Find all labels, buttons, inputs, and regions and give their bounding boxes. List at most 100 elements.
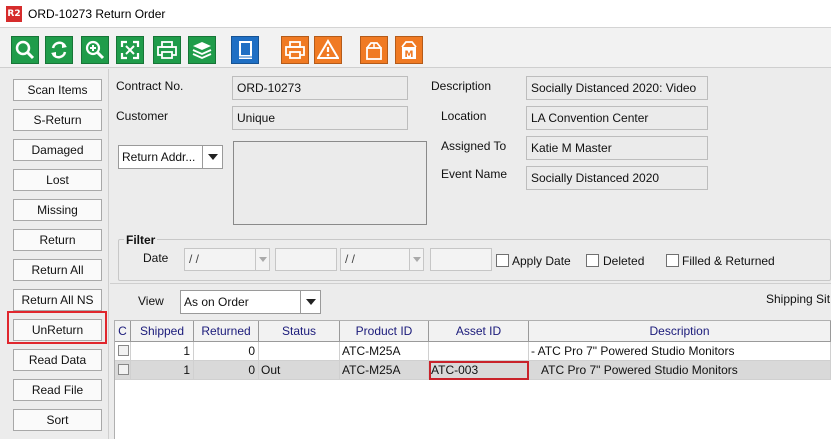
location-label: Location xyxy=(441,109,487,123)
row-select-cell[interactable] xyxy=(115,361,131,380)
column-header-returned[interactable]: Returned xyxy=(194,321,259,342)
view-dropdown[interactable]: As on Order xyxy=(180,290,321,314)
time-from-field[interactable] xyxy=(275,248,337,271)
column-header-c[interactable]: C xyxy=(115,321,131,342)
description-cell[interactable]: ATC Pro 7" Powered Studio Monitors xyxy=(529,361,831,380)
status-cell[interactable] xyxy=(259,342,340,361)
apply-date-label: Apply Date xyxy=(512,254,571,268)
apply-date-checkbox[interactable] xyxy=(496,254,509,267)
return-address-value: Return Addr... xyxy=(122,150,196,164)
contract-no-label: Contract No. xyxy=(116,79,184,93)
product-id-cell[interactable]: ATC-M25A xyxy=(340,361,429,380)
read-data-button[interactable]: Read Data xyxy=(13,349,102,371)
missing-button[interactable]: Missing xyxy=(13,199,102,221)
column-header-asset-id[interactable]: Asset ID xyxy=(429,321,529,342)
asset-id-cell[interactable]: ATC-003 xyxy=(429,361,529,380)
location-field[interactable]: LA Convention Center xyxy=(526,106,708,130)
filled-returned-label: Filled & Returned xyxy=(682,254,775,268)
refresh-icon xyxy=(51,41,67,59)
expand-button[interactable] xyxy=(116,36,144,64)
open-box-icon xyxy=(366,42,382,60)
return-all-ns-button[interactable]: Return All NS xyxy=(13,289,102,311)
row-select-cell[interactable] xyxy=(115,342,131,361)
column-header-status[interactable]: Status xyxy=(259,321,340,342)
description-label: Description xyxy=(431,79,492,93)
contract-no-field[interactable]: ORD-10273 xyxy=(232,76,408,100)
view-value: As on Order xyxy=(184,295,249,309)
unreturn-button[interactable]: UnReturn xyxy=(13,319,102,341)
date-from-value: / / xyxy=(189,252,200,266)
event-name-field[interactable]: Socially Distanced 2020 xyxy=(526,166,708,190)
refresh-button[interactable] xyxy=(45,36,73,64)
svg-text:M: M xyxy=(405,50,414,60)
book-button[interactable] xyxy=(231,36,259,64)
lost-button[interactable]: Lost xyxy=(13,169,102,191)
search-button[interactable] xyxy=(11,36,39,64)
zoom-in-icon xyxy=(85,40,105,60)
time-to-field[interactable] xyxy=(430,248,492,271)
book-icon xyxy=(239,41,252,59)
warning-icon xyxy=(317,39,339,59)
description-field[interactable]: Socially Distanced 2020: Video xyxy=(526,76,708,100)
return-address-text[interactable] xyxy=(233,141,427,225)
print-button[interactable] xyxy=(153,36,181,64)
chevron-down-icon[interactable] xyxy=(409,249,423,270)
chevron-down-icon xyxy=(300,291,320,313)
date-to-value: / / xyxy=(345,252,356,266)
column-header-shipped[interactable]: Shipped xyxy=(131,321,194,342)
box-m-button[interactable]: M xyxy=(395,36,423,64)
filter-title: Filter xyxy=(124,233,158,247)
read-file-button[interactable]: Read File xyxy=(13,379,102,401)
return-all-button[interactable]: Return All xyxy=(13,259,102,281)
expand-icon xyxy=(120,40,140,60)
search-icon xyxy=(15,40,35,60)
date-label: Date xyxy=(143,251,169,265)
app-logo-icon: R2 xyxy=(6,6,22,22)
shipping-site-label: Shipping Sit xyxy=(766,292,831,306)
date-to-field[interactable]: / / xyxy=(340,248,424,271)
event-name-label: Event Name xyxy=(441,167,508,181)
print-icon xyxy=(285,41,305,59)
chevron-down-icon[interactable] xyxy=(255,249,269,270)
s-return-button[interactable]: S-Return xyxy=(13,109,102,131)
print-icon xyxy=(157,41,177,59)
return-address-dropdown[interactable]: Return Addr... xyxy=(118,145,223,169)
description-cell[interactable]: - ATC Pro 7" Powered Studio Monitors xyxy=(529,342,831,361)
column-header-description[interactable]: Description xyxy=(529,321,831,342)
assigned-to-field[interactable]: Katie M Master xyxy=(526,136,708,160)
scan-items-button[interactable]: Scan Items xyxy=(13,79,102,101)
status-cell[interactable]: Out xyxy=(259,361,340,380)
stack-button[interactable] xyxy=(188,36,216,64)
shipped-cell[interactable]: 1 xyxy=(131,361,194,380)
customer-field[interactable]: Unique xyxy=(232,106,408,130)
deleted-checkbox[interactable] xyxy=(586,254,599,267)
filled-returned-checkbox[interactable] xyxy=(666,254,679,267)
warning-button[interactable] xyxy=(314,36,342,64)
box-m-icon: M xyxy=(401,41,417,60)
damaged-button[interactable]: Damaged xyxy=(13,139,102,161)
returned-cell[interactable]: 0 xyxy=(194,361,259,380)
toolbar: M xyxy=(0,28,831,68)
row-checkbox[interactable] xyxy=(118,364,129,375)
print-orange-button[interactable] xyxy=(281,36,309,64)
row-checkbox[interactable] xyxy=(118,345,129,356)
open-box-button[interactable] xyxy=(360,36,388,64)
shipped-cell[interactable]: 1 xyxy=(131,342,194,361)
deleted-label: Deleted xyxy=(603,254,645,268)
stack-icon xyxy=(192,42,212,59)
column-header-product-id[interactable]: Product ID xyxy=(340,321,429,342)
asset-id-cell[interactable] xyxy=(429,342,529,361)
zoom-in-button[interactable] xyxy=(81,36,109,64)
title-bar: R2 ORD-10273 Return Order xyxy=(0,0,831,28)
divider xyxy=(110,283,831,284)
return-button[interactable]: Return xyxy=(13,229,102,251)
returned-cell[interactable]: 0 xyxy=(194,342,259,361)
customer-label: Customer xyxy=(116,109,169,123)
window-title: ORD-10273 Return Order xyxy=(28,7,166,21)
product-id-cell[interactable]: ATC-M25A xyxy=(340,342,429,361)
date-from-field[interactable]: / / xyxy=(184,248,270,271)
sort-button[interactable]: Sort xyxy=(13,409,102,431)
action-sidebar: Scan Items S-Return Damaged Lost Missing… xyxy=(0,69,109,439)
items-table: C Shipped Returned Status Product ID Ass… xyxy=(114,320,831,439)
view-label: View xyxy=(138,294,164,308)
